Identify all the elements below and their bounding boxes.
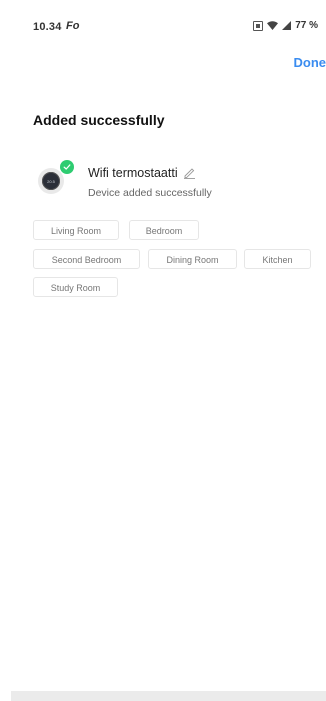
room-chip-kitchen[interactable]: Kitchen — [244, 249, 311, 269]
done-button[interactable]: Done — [294, 55, 326, 70]
room-chip-living-room[interactable]: Living Room — [33, 220, 119, 240]
screen: 10.34 Fo 77 % Done Added successfully 20… — [0, 0, 326, 701]
status-bar: 10.34 Fo 77 % — [0, 0, 326, 40]
device-thumbnail-display: 20.5 — [42, 172, 60, 190]
wifi-icon — [267, 21, 279, 30]
edit-icon[interactable] — [183, 167, 196, 179]
status-time: 10.34 — [33, 21, 62, 33]
room-chip-dining-room[interactable]: Dining Room — [148, 249, 237, 269]
battery-level: 77 % — [295, 20, 318, 31]
room-chip-bedroom[interactable]: Bedroom — [129, 220, 199, 240]
signal-icon — [282, 21, 292, 30]
sim-icon — [253, 20, 264, 31]
room-chip-study-room[interactable]: Study Room — [33, 277, 118, 297]
notification-icon: Fo — [66, 20, 80, 32]
device-name-row: Wifi termostaatti — [88, 166, 196, 180]
room-chip-second-bedroom[interactable]: Second Bedroom — [33, 249, 140, 269]
status-indicators: 77 % — [253, 20, 318, 31]
bottom-bar — [11, 691, 326, 701]
check-icon — [60, 160, 74, 174]
thermostat-icon: 20.5 — [38, 168, 64, 194]
device-status: Device added successfully — [88, 187, 212, 199]
device-name: Wifi termostaatti — [88, 166, 178, 180]
page-title: Added successfully — [33, 112, 165, 128]
